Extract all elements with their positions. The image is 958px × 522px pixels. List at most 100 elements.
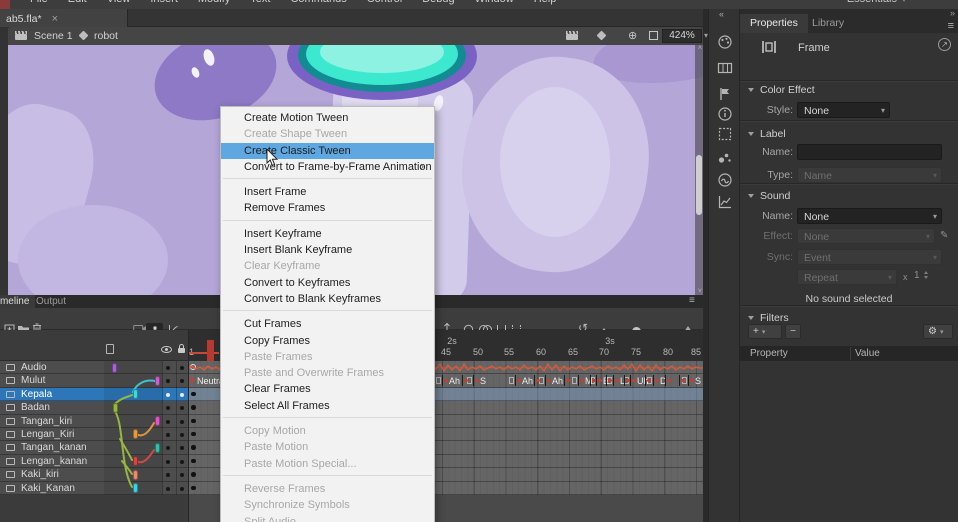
context-menu-item[interactable]: Convert to Blank Keyframes ›: [221, 291, 434, 307]
loop-count-stepper[interactable]: 1: [914, 270, 920, 281]
workspace-switcher[interactable]: Essentials▾: [847, 0, 906, 5]
stepper-arrows-icon[interactable]: [924, 271, 928, 279]
parent-link-handle[interactable]: [155, 376, 160, 386]
context-menu-item[interactable]: Select All Frames ›: [221, 398, 434, 414]
context-menu-item[interactable]: Convert to Frame-by-Frame Animation ›: [221, 159, 434, 175]
chart-icon[interactable]: [717, 194, 733, 210]
share-icon[interactable]: ↗: [938, 38, 951, 51]
lock-icon[interactable]: [178, 348, 185, 353]
context-menu-item[interactable]: Create Shape Tween ›: [221, 126, 434, 142]
context-menu-item[interactable]: Convert to Keyframes ›: [221, 275, 434, 291]
edit-scene-icon[interactable]: [566, 31, 578, 40]
tab-output[interactable]: Output: [30, 295, 72, 308]
parent-link-handle[interactable]: [113, 403, 118, 413]
context-menu-item[interactable]: Insert Keyframe ›: [221, 226, 434, 242]
context-menu-item[interactable]: Clear Keyframe ›: [221, 258, 434, 274]
frame-picker-icon[interactable]: [717, 60, 733, 76]
panel-menu-icon[interactable]: ≡: [689, 295, 695, 306]
parent-link-handle[interactable]: [155, 416, 160, 426]
collapse-dock-icon[interactable]: «: [719, 9, 723, 19]
context-menu-item[interactable]: Synchronize Symbols ›: [221, 497, 434, 513]
tab-properties[interactable]: Properties: [740, 14, 808, 33]
context-menu-item[interactable]: Split Audio ›: [221, 514, 434, 522]
filter-options-button[interactable]: ⚙▾: [923, 324, 953, 339]
label-name-input[interactable]: [797, 144, 942, 160]
sound-name-dropdown[interactable]: None▾: [797, 208, 942, 224]
swatches-palette-icon[interactable]: [717, 34, 733, 50]
context-menu-item[interactable]: Create Classic Tween ›: [221, 143, 434, 159]
scene-clapper-icon[interactable]: [15, 31, 27, 40]
document-tab[interactable]: ab5.fla* ×: [0, 6, 128, 27]
menubar-item[interactable]: Modify: [188, 0, 240, 5]
playhead[interactable]: [207, 340, 214, 361]
stage-vertical-scrollbar[interactable]: ˄ ˅: [695, 45, 703, 295]
context-menu-item-label: Reverse Frames: [244, 483, 325, 495]
breadcrumb-scene[interactable]: Scene 1: [34, 30, 73, 42]
tab-library[interactable]: Library: [802, 14, 854, 33]
menubar-item[interactable]: Help: [524, 0, 567, 5]
keyframe-line: [534, 375, 535, 386]
context-menu-item[interactable]: Copy Motion ›: [221, 423, 434, 439]
remove-filter-button[interactable]: −: [785, 324, 801, 339]
flag-icon[interactable]: [717, 86, 733, 102]
context-menu-item[interactable]: Paste Motion ›: [221, 439, 434, 455]
parent-link-handle[interactable]: [133, 456, 138, 466]
outline-column-icon[interactable]: [106, 344, 114, 354]
section-sound[interactable]: Sound: [748, 190, 790, 202]
context-menu-item[interactable]: Insert Blank Keyframe ›: [221, 242, 434, 258]
section-filters[interactable]: Filters: [748, 312, 789, 324]
expand-panel-icon[interactable]: »: [950, 8, 955, 18]
breadcrumb-symbol[interactable]: robot: [94, 30, 118, 42]
menubar-item[interactable]: Insert: [140, 0, 188, 5]
eye-icon[interactable]: [161, 346, 172, 353]
creative-cloud-icon[interactable]: [717, 172, 733, 188]
parent-link-handle[interactable]: [155, 443, 160, 453]
edit-effect-icon[interactable]: ✎: [940, 230, 948, 241]
menubar-item[interactable]: Window: [465, 0, 524, 5]
menubar-item[interactable]: View: [97, 0, 141, 5]
panel-menu-icon[interactable]: ≡: [948, 20, 954, 32]
context-menu-item-label: Convert to Keyframes: [244, 277, 350, 289]
context-menu-item[interactable]: Paste Motion Special... ›: [221, 456, 434, 472]
context-menu-item[interactable]: Paste Frames ›: [221, 349, 434, 365]
close-tab-icon[interactable]: ×: [52, 13, 58, 25]
context-menu-item[interactable]: Cut Frames ›: [221, 316, 434, 332]
ruler-frame-number: 70: [599, 347, 609, 357]
parent-link-handle[interactable]: [133, 483, 138, 493]
context-menu-item[interactable]: Copy Frames ›: [221, 333, 434, 349]
edit-symbols-icon[interactable]: [597, 31, 607, 41]
menubar-item[interactable]: Control: [357, 0, 412, 5]
section-color-effect[interactable]: Color Effect: [748, 84, 815, 96]
add-filter-button[interactable]: +▾: [748, 324, 782, 339]
particles-icon[interactable]: [717, 150, 733, 166]
context-menu-item[interactable]: Insert Frame ›: [221, 184, 434, 200]
menubar-item[interactable]: File: [20, 0, 58, 5]
menubar-item[interactable]: Edit: [58, 0, 97, 5]
zoom-chevron-icon[interactable]: ▾: [704, 31, 708, 40]
parent-link-handle[interactable]: [133, 470, 138, 480]
section-label[interactable]: Label: [748, 128, 786, 140]
scrollbar-thumb[interactable]: [696, 155, 702, 215]
scroll-up-icon[interactable]: ˄: [698, 45, 702, 52]
context-menu-item-label: Copy Frames: [244, 335, 310, 347]
info-icon[interactable]: [717, 106, 733, 122]
type-label: Type:: [740, 169, 793, 181]
context-menu-item[interactable]: Remove Frames ›: [221, 200, 434, 216]
context-menu-item[interactable]: Paste and Overwrite Frames ›: [221, 365, 434, 381]
style-dropdown[interactable]: None▾: [797, 102, 890, 118]
context-menu-item[interactable]: Clear Frames ›: [221, 381, 434, 397]
parent-link-handle[interactable]: [133, 429, 138, 439]
parent-link-handle[interactable]: [112, 363, 117, 373]
stage-zoom-value[interactable]: 424%: [662, 29, 702, 43]
menubar-item[interactable]: Commands: [280, 0, 356, 5]
transform-icon[interactable]: [717, 126, 733, 142]
scroll-down-icon[interactable]: ˅: [698, 288, 702, 295]
keyframe-red-dot: [667, 379, 671, 383]
menubar-item[interactable]: Debug: [412, 0, 464, 5]
center-stage-icon[interactable]: ⊕: [628, 29, 637, 42]
menubar-item[interactable]: Text: [240, 0, 280, 5]
clip-content-icon[interactable]: [649, 31, 658, 40]
context-menu-item[interactable]: Create Motion Tween ›: [221, 110, 434, 126]
context-menu-item[interactable]: Reverse Frames ›: [221, 481, 434, 497]
parent-link-handle[interactable]: [133, 389, 138, 399]
